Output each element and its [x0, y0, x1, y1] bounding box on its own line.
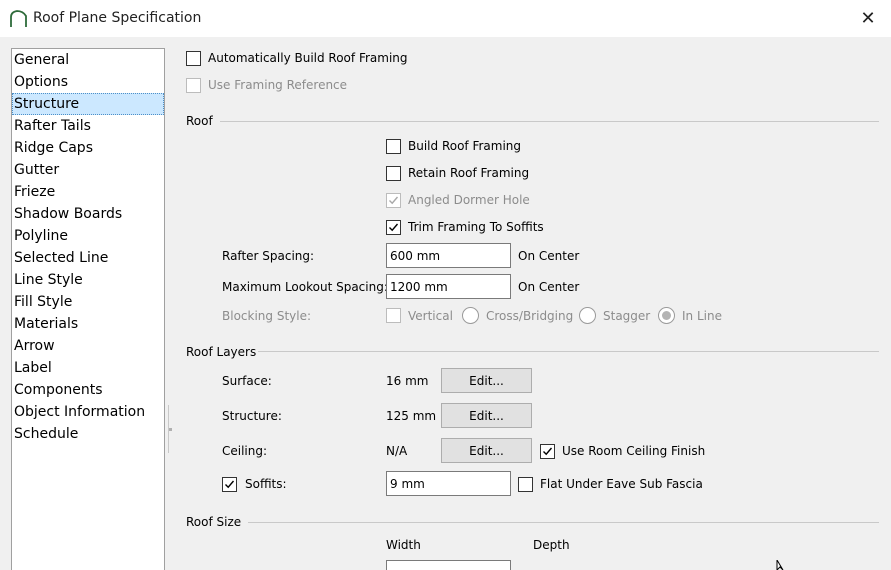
roof-group-divider — [220, 121, 879, 122]
flat-under-eave-label: Flat Under Eave Sub Fascia — [540, 477, 703, 491]
max-lookout-spacing-input[interactable] — [386, 274, 511, 299]
nav-item-shadow-boards[interactable]: Shadow Boards — [12, 203, 164, 225]
nav-item-arrow[interactable]: Arrow — [12, 335, 164, 357]
blocking-inline-radio[interactable] — [658, 307, 675, 324]
nav-item-frieze[interactable]: Frieze — [12, 181, 164, 203]
surface-label: Surface: — [222, 374, 272, 388]
nav-item-polyline[interactable]: Polyline — [12, 225, 164, 247]
use-room-ceiling-finish-label: Use Room Ceiling Finish — [562, 444, 706, 458]
trim-framing-to-soffits-checkbox[interactable] — [386, 220, 401, 235]
flat-under-eave-checkbox[interactable] — [518, 477, 533, 492]
surface-thickness: 16 mm — [386, 374, 429, 388]
ceiling-label: Ceiling: — [222, 444, 268, 458]
nav-item-rafter-tails[interactable]: Rafter Tails — [12, 115, 164, 137]
nav-item-gutter[interactable]: Gutter — [12, 159, 164, 181]
blocking-vertical-label: Vertical — [408, 309, 453, 323]
max-lookout-spacing-unit: On Center — [518, 280, 580, 294]
checkmark-icon — [543, 447, 553, 456]
rafter-spacing-unit: On Center — [518, 249, 580, 263]
build-roof-framing-label: Build Roof Framing — [408, 139, 522, 153]
angled-dormer-hole-checkbox[interactable] — [386, 193, 401, 208]
checkmark-icon — [225, 480, 235, 489]
blocking-stagger-label: Stagger — [603, 309, 651, 323]
nav-item-object-information[interactable]: Object Information — [12, 401, 164, 423]
rafter-spacing-label: Rafter Spacing: — [222, 249, 315, 263]
title-bar: Roof Plane Specification ✕ — [0, 0, 891, 37]
ceiling-edit-button[interactable]: Edit... — [441, 438, 532, 463]
close-icon: ✕ — [860, 8, 876, 29]
blocking-vertical-checkbox[interactable] — [386, 308, 401, 323]
roof-layers-group-heading: Roof Layers — [186, 345, 257, 359]
build-roof-framing-checkbox[interactable] — [386, 139, 401, 154]
nav-item-components[interactable]: Components — [12, 379, 164, 401]
structure-edit-button[interactable]: Edit... — [441, 403, 532, 428]
width-column-header: Width — [386, 538, 421, 552]
nav-item-materials[interactable]: Materials — [12, 313, 164, 335]
roof-size-group-heading: Roof Size — [186, 515, 242, 529]
roof-layers-group-divider — [258, 351, 879, 352]
nav-item-fill-style[interactable]: Fill Style — [12, 291, 164, 313]
nav-item-options[interactable]: Options — [12, 71, 164, 93]
nav-item-line-style[interactable]: Line Style — [12, 269, 164, 291]
checkmark-icon — [389, 196, 399, 205]
structure-thickness: 125 mm — [386, 409, 437, 423]
mouse-cursor-icon — [776, 560, 784, 570]
close-button[interactable]: ✕ — [845, 0, 891, 37]
nav-item-selected-line[interactable]: Selected Line — [12, 247, 164, 269]
nav-item-schedule[interactable]: Schedule — [12, 423, 164, 445]
blocking-cross-radio[interactable] — [462, 307, 479, 324]
soffits-input[interactable] — [386, 471, 511, 496]
blocking-cross-label: Cross/Bridging — [486, 309, 574, 323]
use-framing-reference-checkbox[interactable] — [186, 78, 201, 93]
nav-item-general[interactable]: General — [12, 49, 164, 71]
use-framing-reference-label: Use Framing Reference — [208, 78, 348, 92]
nav-item-label[interactable]: Label — [12, 357, 164, 379]
soffits-label: Soffits: — [245, 477, 287, 491]
window-title: Roof Plane Specification — [33, 10, 202, 26]
auto-build-framing-label: Automatically Build Roof Framing — [208, 51, 408, 65]
structure-label: Structure: — [222, 409, 282, 423]
roof-group-heading: Roof — [186, 114, 213, 128]
auto-build-framing-checkbox[interactable] — [186, 51, 201, 66]
depth-column-header: Depth — [533, 538, 570, 552]
retain-roof-framing-checkbox[interactable] — [386, 166, 401, 181]
retain-roof-framing-label: Retain Roof Framing — [408, 166, 530, 180]
nav-item-ridge-caps[interactable]: Ridge Caps — [12, 137, 164, 159]
surface-edit-button[interactable]: Edit... — [441, 368, 532, 393]
roof-app-icon — [10, 10, 27, 27]
splitter-grip — [169, 428, 172, 431]
blocking-style-label: Blocking Style: — [222, 309, 312, 323]
blocking-inline-label: In Line — [682, 309, 722, 323]
rafter-spacing-input[interactable] — [386, 243, 511, 268]
use-room-ceiling-finish-checkbox[interactable] — [540, 444, 555, 459]
nav-item-structure[interactable]: Structure — [12, 93, 164, 115]
blocking-stagger-radio[interactable] — [579, 307, 596, 324]
max-lookout-spacing-label: Maximum Lookout Spacing: — [222, 280, 388, 294]
roof-width-input[interactable] — [386, 560, 511, 570]
roof-size-group-divider — [248, 522, 879, 523]
ceiling-thickness: N/A — [386, 444, 408, 458]
checkmark-icon — [389, 223, 399, 232]
category-list[interactable]: General Options Structure Rafter Tails R… — [11, 48, 165, 570]
trim-framing-to-soffits-label: Trim Framing To Soffits — [408, 220, 544, 234]
angled-dormer-hole-label: Angled Dormer Hole — [408, 193, 530, 207]
soffits-checkbox[interactable] — [222, 477, 237, 492]
